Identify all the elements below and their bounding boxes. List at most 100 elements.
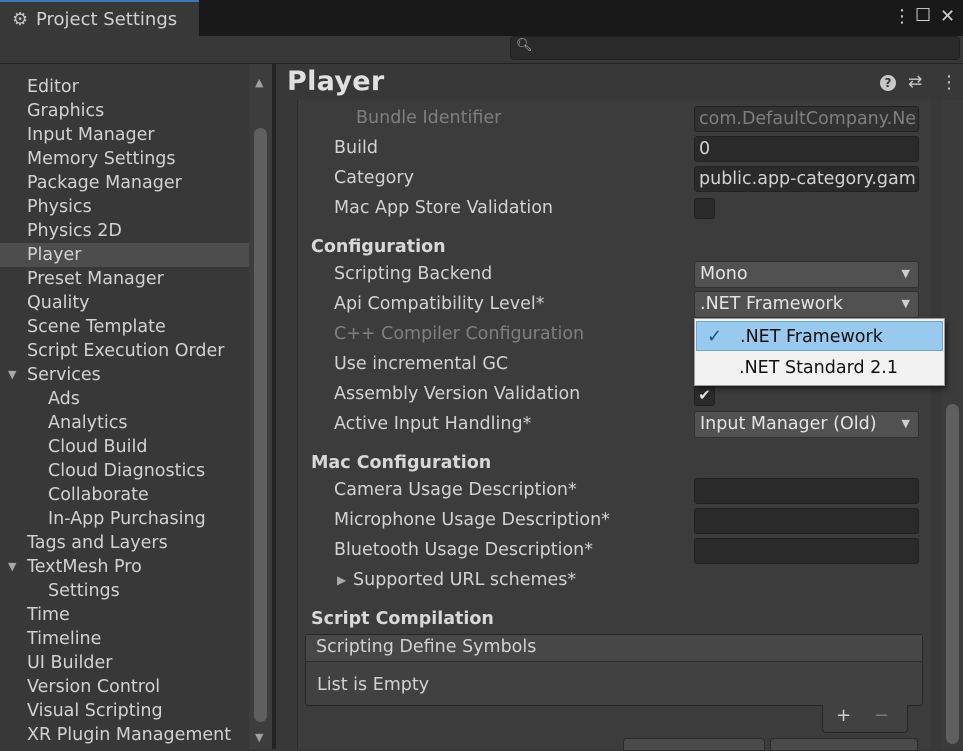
scripting-backend-dropdown[interactable]: Mono ▼ [694, 261, 919, 288]
sidebar-item-label: Cloud Diagnostics [48, 461, 206, 481]
microphone-usage-label: Microphone Usage Description* [334, 510, 610, 530]
sidebar-item-label: Settings [48, 581, 120, 601]
sidebar-item-label: Physics 2D [27, 221, 122, 241]
build-field[interactable]: 0 [694, 136, 919, 162]
remove-icon[interactable]: − [874, 705, 889, 726]
menu-item-label: .NET Standard 2.1 [739, 358, 898, 378]
presets-icon[interactable]: ⇄ [908, 72, 922, 92]
bluetooth-usage-label: Bluetooth Usage Description* [334, 540, 594, 560]
window-menu-icon[interactable]: ⋮ [893, 6, 911, 27]
list-empty-text: List is Empty [317, 675, 430, 695]
api-compatibility-dropdown[interactable]: .NET Framework ▼ [694, 291, 919, 318]
sidebar-item-physics-2d[interactable]: Physics 2D [0, 219, 249, 243]
category-field[interactable]: public.app-category.gam [694, 166, 919, 192]
sidebar-item-label: Preset Manager [27, 269, 164, 289]
list-title: Scripting Define Symbols [316, 637, 537, 657]
sidebar-item-label: Cloud Build [48, 437, 148, 457]
bottom-button[interactable] [770, 738, 918, 751]
sidebar-item-version-control[interactable]: Version Control [0, 675, 249, 699]
sidebar-item-timeline[interactable]: Timeline [0, 627, 249, 651]
sidebar-item-analytics[interactable]: Analytics [0, 411, 249, 435]
bottom-button[interactable] [623, 738, 765, 751]
maximize-icon[interactable]: ☐ [915, 5, 931, 26]
incremental-gc-label: Use incremental GC [334, 354, 509, 374]
tab-project-settings[interactable]: ⚙ Project Settings [0, 0, 199, 36]
sidebar-item-memory-settings[interactable]: Memory Settings [0, 147, 249, 171]
api-compatibility-label: Api Compatibility Level* [334, 294, 545, 314]
sidebar-item-ui-builder[interactable]: UI Builder [0, 651, 249, 675]
active-input-handling-dropdown[interactable]: Input Manager (Old) ▼ [694, 411, 919, 438]
microphone-usage-field[interactable] [694, 508, 919, 534]
sidebar-item-tags-and-layers[interactable]: Tags and Layers [0, 531, 249, 555]
menu-item-net-framework[interactable]: ✓ .NET Framework [696, 321, 943, 351]
panel-splitter[interactable] [272, 64, 276, 749]
sidebar-item-player[interactable]: Player [0, 243, 249, 267]
foldout-collapsed-icon[interactable]: ▶ [337, 573, 346, 587]
sidebar-item-label: In-App Purchasing [48, 509, 206, 529]
sidebar-item-scene-template[interactable]: Scene Template [0, 315, 249, 339]
scroll-down-icon[interactable]: ▼ [255, 731, 263, 744]
sidebar-item-label: Script Execution Order [27, 341, 225, 361]
assembly-version-validation-checkbox[interactable]: ✔ [694, 385, 715, 406]
scroll-up-icon[interactable]: ▲ [255, 76, 263, 89]
sidebar-item-label: Analytics [48, 413, 128, 433]
configuration-header: Configuration [311, 237, 446, 257]
mac-configuration-header: Mac Configuration [311, 453, 492, 473]
close-icon[interactable]: ✕ [940, 6, 955, 27]
foldout-expanded-icon[interactable]: ▼ [8, 555, 16, 579]
sidebar-item-label: Editor [27, 77, 79, 97]
sidebar-item-ads[interactable]: Ads [0, 387, 249, 411]
sidebar-item-script-execution-order[interactable]: Script Execution Order [0, 339, 249, 363]
sidebar-item-package-manager[interactable]: Package Manager [0, 171, 249, 195]
supported-url-schemes-label[interactable]: Supported URL schemes* [353, 570, 576, 590]
gear-icon: ⚙ [12, 9, 29, 30]
sidebar-item-services[interactable]: ▼ Services [0, 363, 249, 387]
sidebar-item-preset-manager[interactable]: Preset Manager [0, 267, 249, 291]
sidebar-item-settings[interactable]: Settings [0, 579, 249, 603]
sidebar-item-visual-scripting[interactable]: Visual Scripting [0, 699, 249, 723]
sidebar-item-xr-plugin-management[interactable]: XR Plugin Management [0, 723, 249, 747]
sidebar-item-label: Time [27, 605, 70, 625]
sidebar-scroll-thumb[interactable] [254, 128, 267, 722]
sidebar-item-editor[interactable]: Editor [0, 75, 249, 99]
active-input-handling-value: Input Manager (Old) [700, 414, 877, 434]
assembly-version-validation-label: Assembly Version Validation [334, 384, 581, 404]
sidebar-item-label: Services [27, 365, 101, 385]
sidebar-item-quality[interactable]: Quality [0, 291, 249, 315]
bluetooth-usage-field[interactable] [694, 538, 919, 564]
sidebar-item-cloud-diagnostics[interactable]: Cloud Diagnostics [0, 459, 249, 483]
chevron-down-icon: ▼ [901, 297, 910, 310]
sidebar-item-physics[interactable]: Physics [0, 195, 249, 219]
search-input[interactable]: 🔍︎ [510, 36, 960, 60]
page-title: Player [287, 66, 385, 97]
sidebar-item-in-app-purchasing[interactable]: In-App Purchasing [0, 507, 249, 531]
sidebar-item-textmesh-pro[interactable]: ▼ TextMesh Pro [0, 555, 249, 579]
sidebar-item-label: UI Builder [27, 653, 113, 673]
list-footer [822, 705, 908, 733]
category-label: Category [334, 168, 414, 188]
sidebar-item-input-manager[interactable]: Input Manager [0, 123, 249, 147]
mac-app-store-validation-checkbox[interactable] [694, 198, 715, 219]
menu-item-label: .NET Framework [740, 327, 883, 347]
add-icon[interactable]: + [836, 705, 851, 726]
camera-usage-field[interactable] [694, 478, 919, 504]
api-compatibility-value: .NET Framework [700, 294, 843, 314]
sidebar-item-cloud-build[interactable]: Cloud Build [0, 435, 249, 459]
foldout-expanded-icon[interactable]: ▼ [8, 363, 16, 387]
inspector-scroll-thumb[interactable] [946, 404, 959, 744]
sidebar-item-label: Tags and Layers [27, 533, 168, 553]
sidebar-item-label: Graphics [27, 101, 105, 121]
mac-app-store-validation-label: Mac App Store Validation [334, 198, 553, 218]
bundle-identifier-label: Bundle Identifier [356, 108, 502, 128]
sidebar-item-collaborate[interactable]: Collaborate [0, 483, 249, 507]
sidebar-item-label: Ads [48, 389, 80, 409]
sidebar-item-label: Package Manager [27, 173, 182, 193]
sidebar-item-label: Collaborate [48, 485, 149, 505]
help-icon[interactable]: ? [880, 75, 896, 91]
menu-item-net-standard[interactable]: .NET Standard 2.1 [696, 353, 943, 383]
more-icon[interactable]: ⋮ [940, 72, 958, 93]
sidebar-item-label: Visual Scripting [27, 701, 163, 721]
sidebar-item-graphics[interactable]: Graphics [0, 99, 249, 123]
sidebar-item-time[interactable]: Time [0, 603, 249, 627]
settings-sidebar: Editor Graphics Input Manager Memory Set… [0, 64, 272, 749]
